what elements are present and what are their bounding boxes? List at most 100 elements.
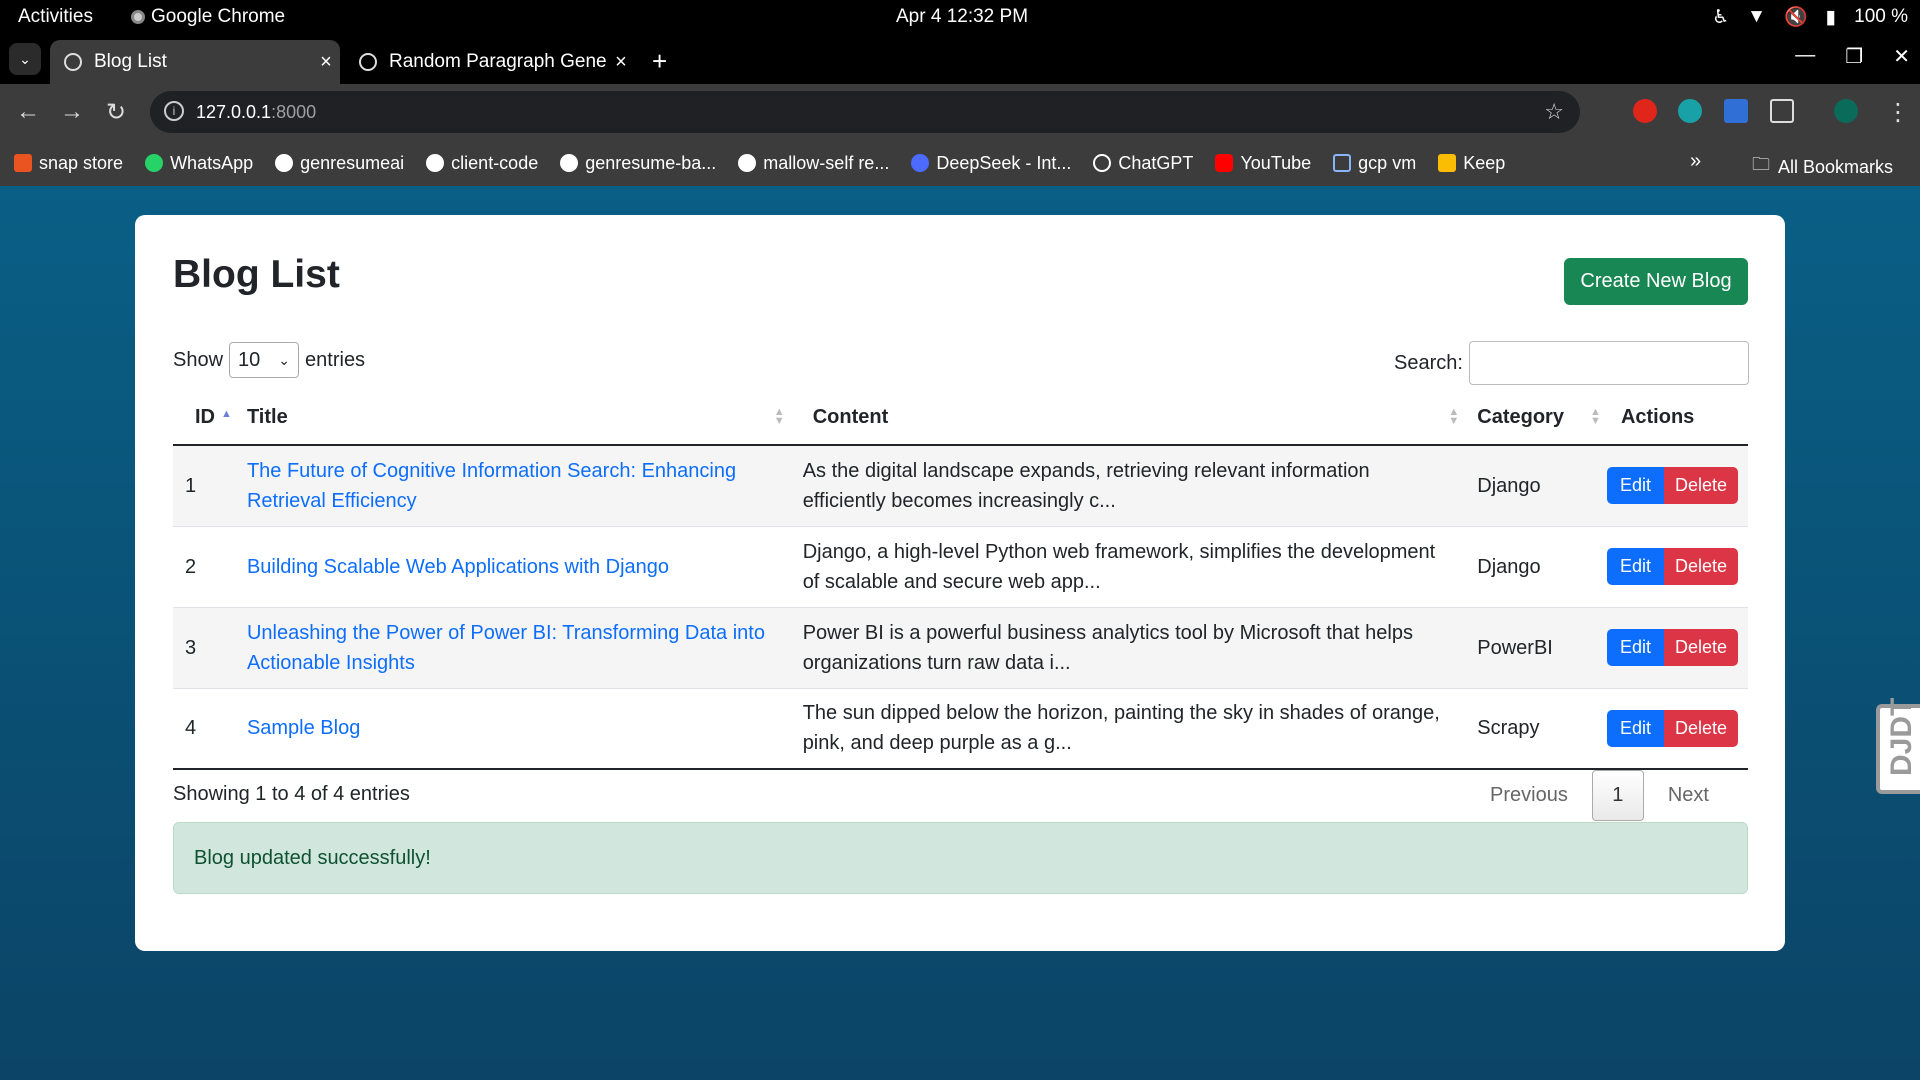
close-tab-icon[interactable]: × (607, 51, 635, 74)
bookmark-genresume-ba[interactable]: genresume-ba... (560, 153, 716, 174)
bookmark-deepseek[interactable]: DeepSeek - Int... (911, 153, 1071, 174)
next-page-button[interactable]: Next (1668, 784, 1709, 807)
bookmark-label: ChatGPT (1118, 152, 1194, 173)
django-debug-toolbar-handle[interactable]: DJDT (1876, 698, 1920, 794)
cell-title: The Future of Cognitive Information Sear… (236, 445, 793, 527)
cell-actions: Edit Delete (1596, 445, 1748, 527)
cell-id: 1 (173, 445, 237, 527)
bookmark-label: mallow-self re... (763, 152, 890, 173)
edit-button[interactable]: Edit (1606, 548, 1664, 585)
column-label: Content (812, 405, 889, 428)
system-tray[interactable]: ♿ ▼ 🔇 ▮ 100 % (1712, 5, 1908, 29)
delete-button[interactable]: Delete (1663, 629, 1738, 666)
create-new-blog-button[interactable]: Create New Blog (1564, 258, 1748, 305)
url-text[interactable]: 127.0.0.1:8000 (196, 102, 316, 123)
entries-label: entries (305, 348, 366, 371)
kebab-menu-icon[interactable]: ⋮ (1886, 98, 1910, 127)
sort-ascending-icon: ▲ (221, 407, 232, 420)
extension-m-icon[interactable] (1678, 99, 1702, 123)
bookmark-chatgpt[interactable]: ChatGPT (1093, 153, 1193, 174)
column-header-content[interactable]: Content ▲ ▼ (792, 390, 1468, 446)
extension-red-icon[interactable] (1633, 99, 1657, 123)
close-tab-icon[interactable]: × (312, 51, 340, 74)
blog-title-link[interactable]: Sample Blog (247, 717, 360, 739)
column-label: Title (246, 405, 288, 428)
edit-button[interactable]: Edit (1606, 467, 1664, 505)
table-info: Showing 1 to 4 of 4 entries (173, 783, 410, 805)
column-header-title[interactable]: Title ▲ ▼ (236, 390, 793, 446)
entries-value: 10 (238, 348, 261, 371)
all-bookmarks[interactable]: 🗀 All Bookmarks (1752, 152, 1893, 182)
bookmark-client-code[interactable]: client-code (426, 153, 538, 174)
url-port: :8000 (271, 102, 317, 122)
back-icon[interactable]: ← (16, 98, 40, 126)
close-window-icon[interactable]: ✕ (1893, 44, 1910, 69)
github-icon (275, 154, 294, 172)
cell-content: Django, a high-level Python web framewor… (792, 526, 1468, 608)
bookmark-youtube[interactable]: YouTube (1215, 153, 1311, 174)
more-bookmarks-icon[interactable]: » (1690, 150, 1701, 173)
address-bar[interactable]: i 127.0.0.1:8000 ☆ (150, 91, 1580, 133)
bookmark-keep[interactable]: Keep (1438, 153, 1505, 174)
forward-icon[interactable]: → (60, 98, 84, 126)
edit-button[interactable]: Edit (1606, 709, 1664, 747)
sort-icon: ▲ ▼ (773, 406, 785, 427)
new-tab-button[interactable]: + (652, 46, 667, 77)
column-header-category[interactable]: Category ▲ ▼ (1467, 390, 1601, 446)
cell-actions: Edit Delete (1596, 688, 1748, 770)
cell-title: Building Scalable Web Applications with … (236, 526, 793, 608)
blog-title-link[interactable]: Unleashing the Power of Power BI: Transf… (247, 622, 765, 674)
bookmark-label: Keep (1463, 152, 1506, 173)
search-control: Search: (1394, 341, 1749, 385)
profile-avatar[interactable] (1834, 99, 1858, 123)
bookmark-genresumeai[interactable]: genresumeai (275, 153, 404, 174)
tab-strip: ⌄ Blog List × Random Paragraph Gene × + … (0, 34, 1920, 84)
extensions-puzzle-icon[interactable] (1770, 99, 1794, 123)
bookmark-whatsapp[interactable]: WhatsApp (145, 153, 253, 174)
extension-translate-icon[interactable] (1724, 99, 1748, 123)
delete-button[interactable]: Delete (1663, 467, 1738, 505)
delete-button[interactable]: Delete (1663, 709, 1738, 747)
show-label: Show (173, 348, 224, 371)
wifi-icon: ▼ (1747, 6, 1766, 27)
restore-icon[interactable]: ❐ (1845, 44, 1863, 69)
tab-search-button[interactable]: ⌄ (9, 43, 41, 75)
globe-icon (64, 53, 82, 71)
djdt-label: DJDT (1885, 697, 1918, 776)
tab-random-paragraph[interactable]: Random Paragraph Gene × (345, 40, 635, 84)
entries-length-control: Show 10 ⌄ entries (173, 342, 365, 378)
page-1-button[interactable]: 1 (1591, 770, 1644, 821)
page-background: Blog List Create New Blog Show 10 ⌄ entri… (0, 186, 1920, 1080)
accessibility-icon[interactable]: ♿ (1712, 6, 1729, 29)
reload-icon[interactable]: ↻ (106, 98, 126, 127)
minimize-icon[interactable]: — (1795, 44, 1815, 69)
cell-actions: Edit Delete (1596, 526, 1748, 608)
blog-list-card: Blog List Create New Blog Show 10 ⌄ entri… (135, 215, 1785, 951)
column-header-id[interactable]: ID ▲ (173, 390, 237, 446)
bookmark-label: client-code (451, 152, 539, 173)
cell-id: 4 (173, 688, 237, 770)
delete-button[interactable]: Delete (1663, 548, 1738, 585)
column-label: ID (195, 405, 215, 428)
bookmark-snap-store[interactable]: snap store (14, 153, 123, 174)
activities-button[interactable]: Activities (18, 6, 93, 28)
edit-button[interactable]: Edit (1606, 629, 1664, 666)
cell-category: Scrapy (1467, 688, 1597, 770)
blog-title-link[interactable]: Building Scalable Web Applications with … (247, 556, 669, 578)
clock[interactable]: Apr 4 12:32 PM (896, 6, 1028, 28)
cell-category: Django (1467, 445, 1597, 527)
previous-page-button[interactable]: Previous (1490, 784, 1568, 807)
entries-select[interactable]: 10 ⌄ (229, 342, 300, 378)
app-menu[interactable]: Google Chrome (131, 6, 285, 28)
system-top-bar: Activities Google Chrome Apr 4 12:32 PM … (0, 0, 1920, 34)
table-row: 2 Building Scalable Web Applications wit… (173, 526, 1748, 608)
table-row: 3 Unleashing the Power of Power BI: Tran… (173, 607, 1748, 689)
search-input[interactable] (1468, 341, 1749, 385)
bookmark-gcp-vm[interactable]: gcp vm (1333, 153, 1416, 174)
bookmark-mallow-self[interactable]: mallow-self re... (738, 153, 889, 174)
site-info-icon[interactable]: i (164, 101, 184, 121)
battery-icon: ▮ (1825, 6, 1837, 28)
blog-title-link[interactable]: The Future of Cognitive Information Sear… (247, 460, 736, 512)
bookmark-star-icon[interactable]: ☆ (1544, 99, 1564, 125)
tab-blog-list[interactable]: Blog List × (50, 40, 340, 84)
